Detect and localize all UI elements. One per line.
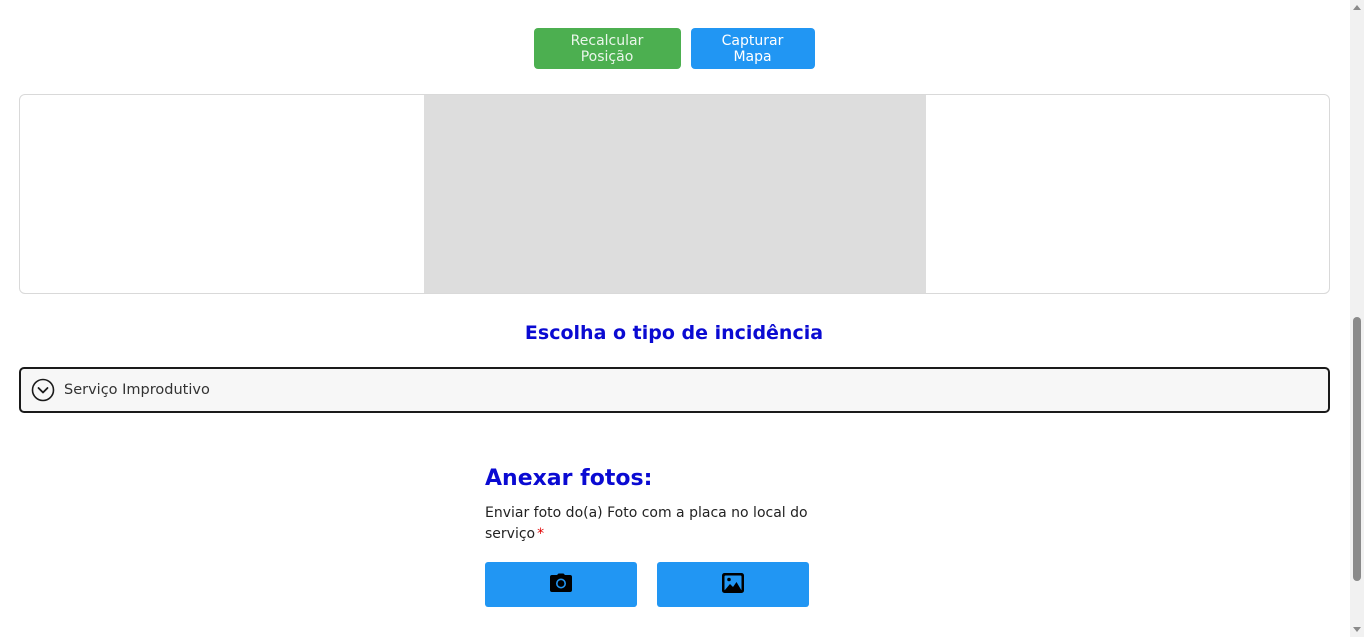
capture-map-button[interactable]: Capturar Mapa [690, 28, 815, 69]
page: Recalcular Posição Capturar Mapa Escolha… [0, 0, 1364, 637]
incidence-type-accordion[interactable]: Serviço Improdutivo [19, 367, 1330, 413]
map-view[interactable] [424, 95, 926, 293]
take-photo-button[interactable] [485, 562, 637, 607]
map-container [19, 94, 1330, 294]
photo-buttons [485, 562, 809, 607]
photo-instruction: Enviar foto do(a) Foto com a placa no lo… [485, 503, 825, 545]
choose-image-button[interactable] [657, 562, 809, 607]
attach-photos-section: Anexar fotos: Enviar foto do(a) Foto com… [485, 466, 825, 545]
vertical-scrollbar[interactable] [1350, 0, 1364, 637]
attach-photos-title: Anexar fotos: [485, 466, 653, 491]
incidence-type-title: Escolha o tipo de incidência [524, 322, 824, 344]
scroll-up-arrow-icon[interactable] [1353, 5, 1361, 10]
scroll-down-arrow-icon[interactable] [1353, 627, 1361, 632]
camera-icon [549, 573, 573, 596]
chevron-down-circle-icon [31, 378, 55, 402]
incidence-type-label: Serviço Improdutivo [64, 382, 210, 398]
map-toolbar: Recalcular Posição Capturar Mapa [0, 28, 1348, 69]
photo-instruction-text: Enviar foto do(a) Foto com a placa no lo… [485, 505, 808, 542]
scroll-thumb[interactable] [1353, 317, 1361, 581]
required-marker: * [537, 526, 545, 542]
recalculate-position-button[interactable]: Recalcular Posição [533, 28, 681, 69]
image-icon [721, 572, 745, 597]
